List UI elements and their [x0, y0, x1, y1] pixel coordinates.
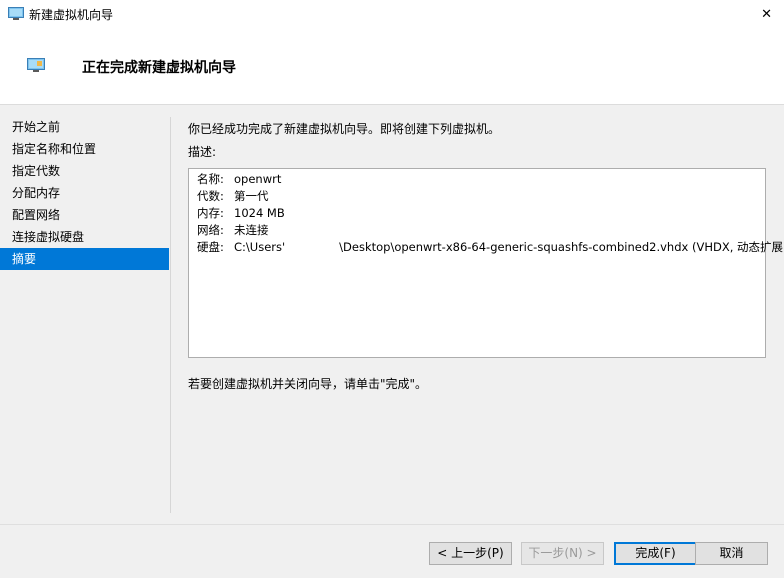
summary-value: 1024 MB — [234, 206, 285, 220]
nav-item-generation[interactable]: 指定代数 — [0, 160, 170, 182]
title-bar: 新建虚拟机向导 ✕ — [0, 0, 784, 30]
description-label: 描述: — [188, 145, 217, 159]
summary-row: 内存: 1024 MB — [197, 205, 285, 222]
intro-text: 你已经成功完成了新建虚拟机向导。即将创建下列虚拟机。 — [188, 122, 501, 136]
summary-value: 未连接 — [234, 223, 269, 237]
summary-value-path-end: \Desktop\openwrt-x86-64-generic-squashfs… — [339, 240, 784, 254]
monitor-icon — [27, 58, 45, 72]
button-bar: < 上一步(P) 下一步(N) > 完成(F) 取消 — [0, 524, 784, 578]
nav-item-network[interactable]: 配置网络 — [0, 204, 170, 226]
summary-key: 内存: — [197, 206, 224, 220]
summary-row: 代数: 第一代 — [197, 188, 269, 205]
summary-key: 网络: — [197, 223, 224, 237]
summary-row: 硬盘: C:\Users' \Desktop\openwrt-x86-64-gene… — [197, 239, 784, 256]
close-icon[interactable]: ✕ — [761, 7, 772, 23]
cancel-button[interactable]: 取消 — [695, 542, 768, 565]
page-title: 正在完成新建虚拟机向导 — [82, 60, 236, 76]
summary-value-path-start: C:\Users' — [234, 240, 286, 254]
summary-key: 名称: — [197, 172, 224, 186]
summary-row: 网络: 未连接 — [197, 222, 269, 239]
monitor-icon — [8, 7, 24, 20]
finish-button[interactable]: 完成(F) — [614, 542, 697, 565]
previous-button[interactable]: < 上一步(P) — [429, 542, 512, 565]
nav-item-virtual-disk[interactable]: 连接虚拟硬盘 — [0, 226, 170, 248]
content-area: 开始之前 指定名称和位置 指定代数 分配内存 配置网络 连接虚拟硬盘 摘要 你已… — [0, 105, 784, 524]
summary-row: 名称: openwrt — [197, 171, 281, 188]
summary-key: 代数: — [197, 189, 224, 203]
nav-item-before-you-begin[interactable]: 开始之前 — [0, 116, 170, 138]
summary-box[interactable]: 名称: openwrt 代数: 第一代 内存: 1024 MB 网络: 未连接 硬盘: C… — [188, 168, 784, 358]
summary-value: openwrt — [234, 172, 282, 186]
next-button[interactable]: 下一步(N) > — [521, 542, 604, 565]
nav-item-memory[interactable]: 分配内存 — [0, 182, 170, 204]
summary-value: 第一代 — [234, 189, 269, 203]
finish-note: 若要创建虚拟机并关闭向导，请单击"完成"。 — [188, 377, 428, 391]
window-title: 新建虚拟机向导 — [29, 8, 114, 22]
summary-key: 硬盘: — [197, 240, 224, 254]
nav-item-summary[interactable]: 摘要 — [0, 248, 169, 270]
wizard-nav: 开始之前 指定名称和位置 指定代数 分配内存 配置网络 连接虚拟硬盘 摘要 — [0, 116, 170, 270]
nav-divider — [170, 117, 171, 513]
wizard-header: 正在完成新建虚拟机向导 — [0, 30, 784, 104]
nav-item-name-location[interactable]: 指定名称和位置 — [0, 138, 170, 160]
